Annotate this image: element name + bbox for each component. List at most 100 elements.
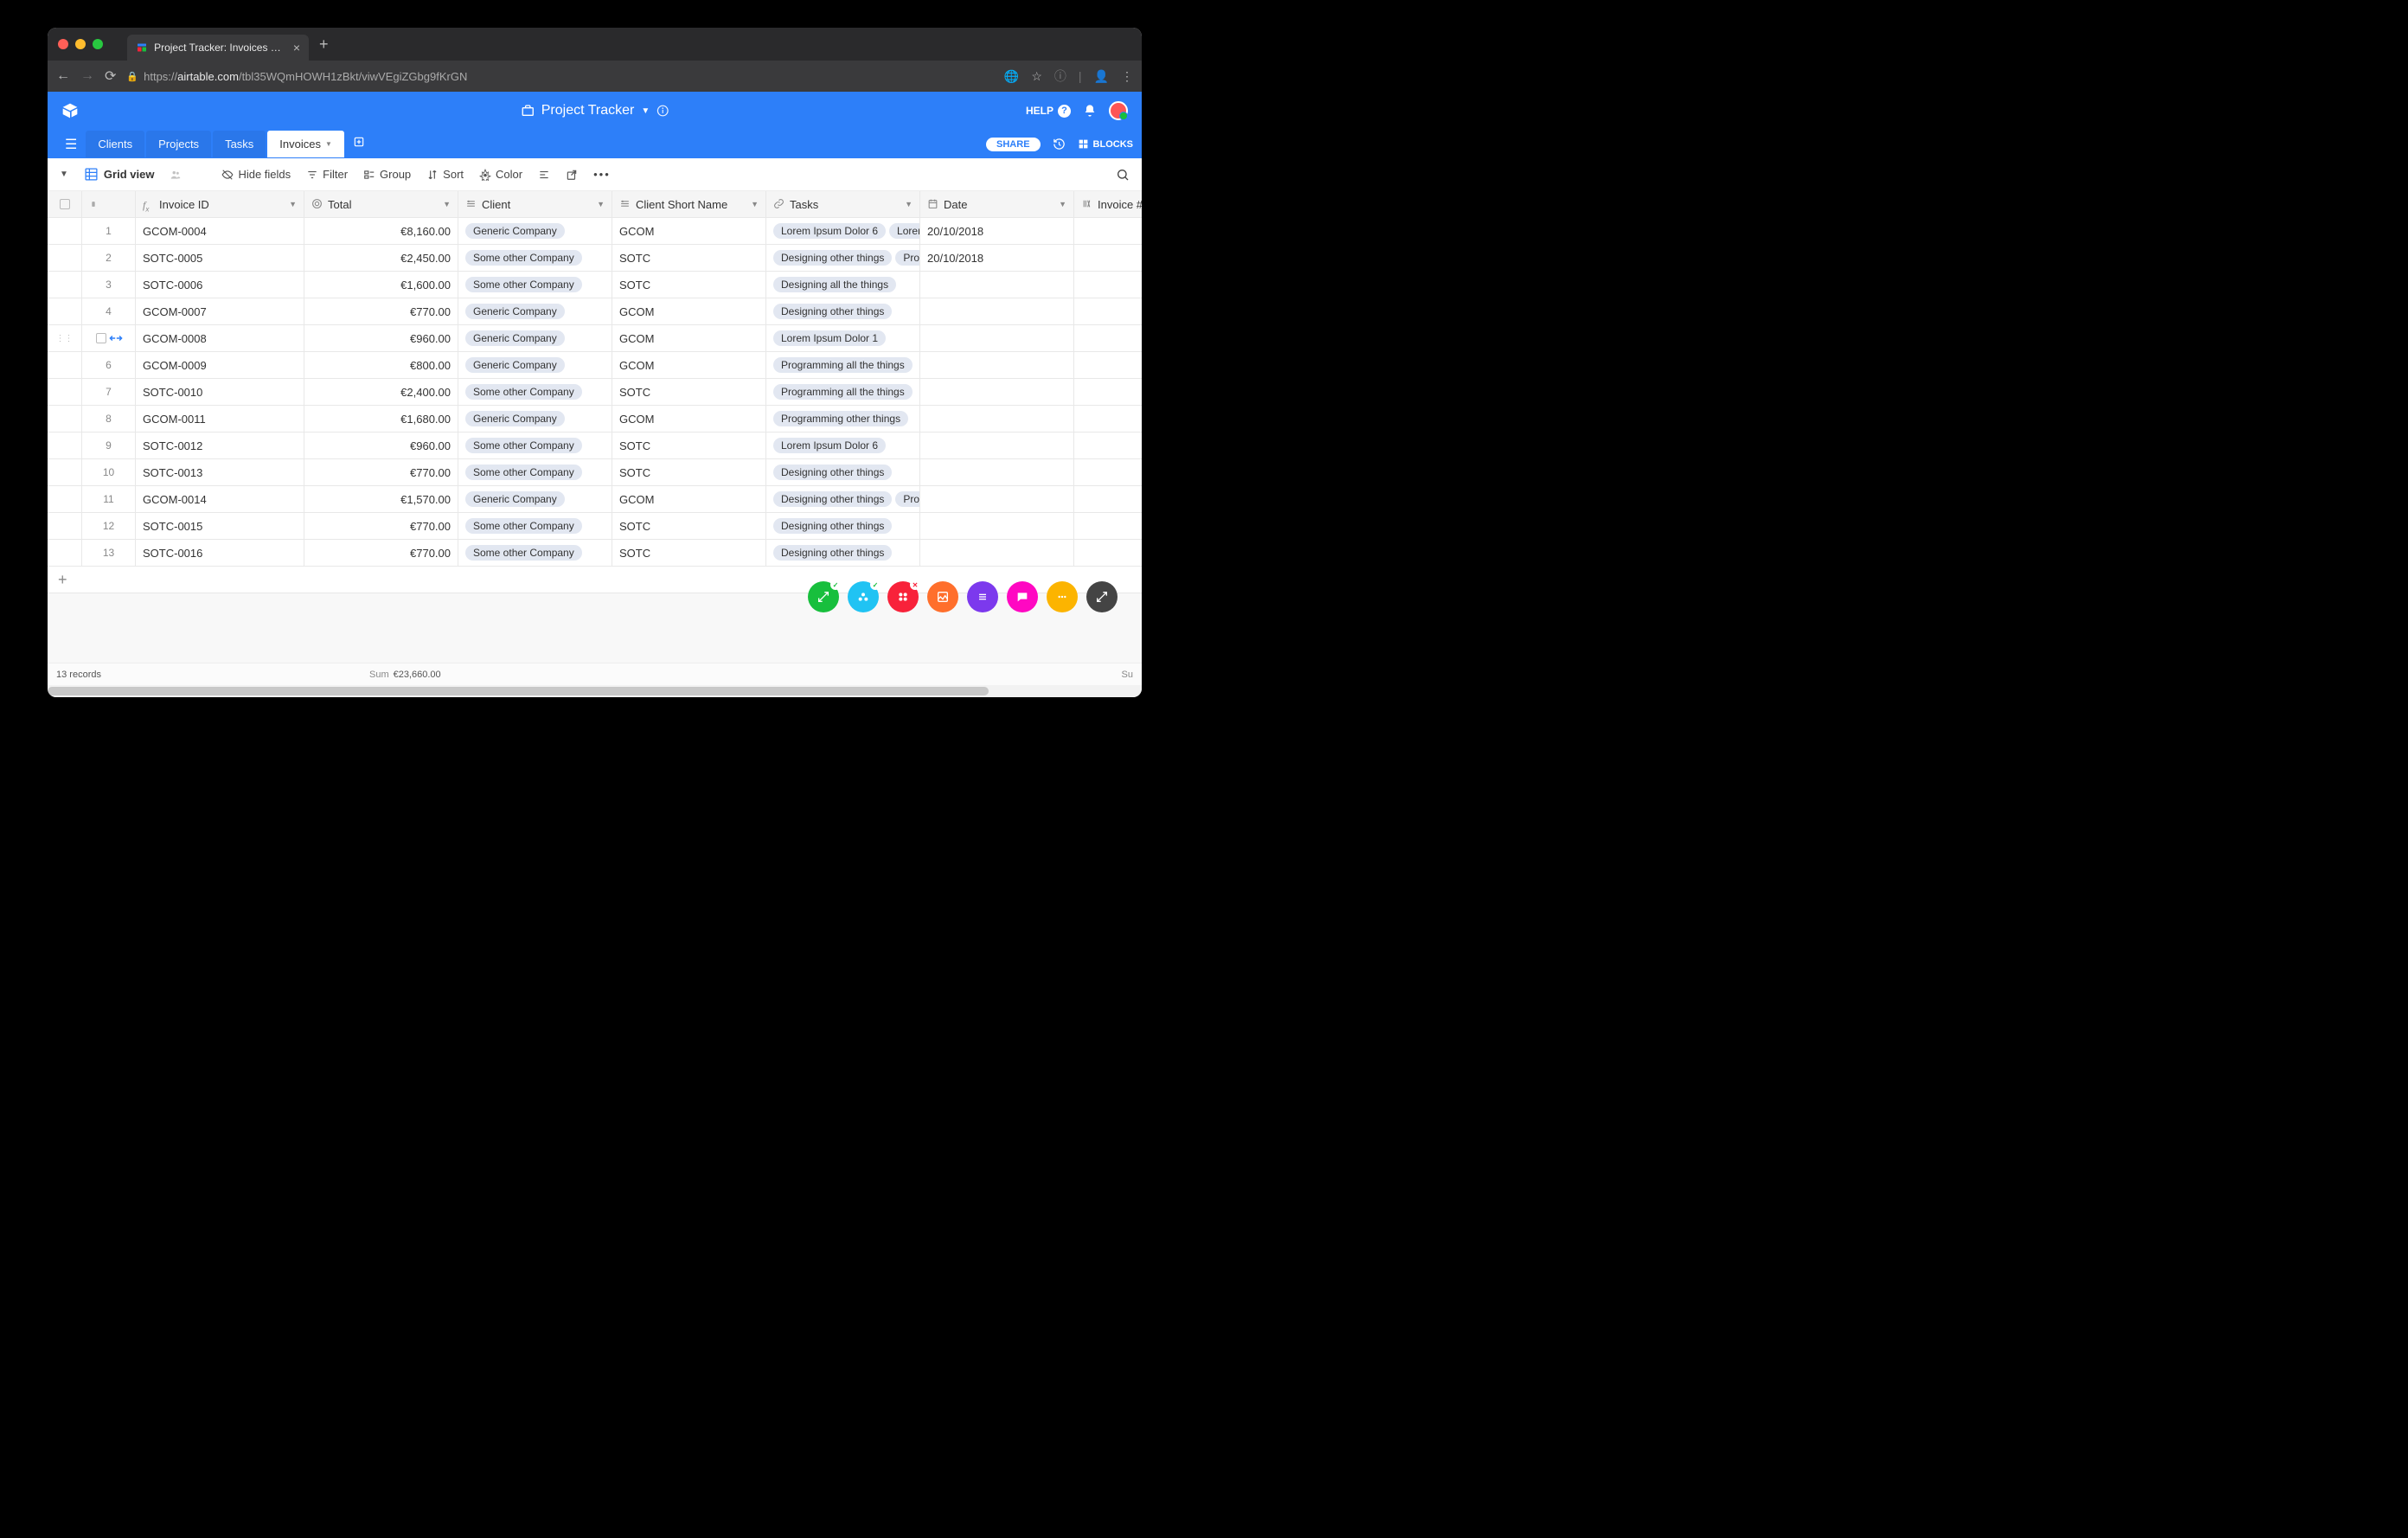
cell-invoice-num[interactable] (1074, 540, 1142, 567)
cell-client[interactable]: Some other Company (458, 245, 612, 272)
grid-view[interactable]: fxInvoice ID▼ Total▼ Client▼ Client Shor… (48, 191, 1142, 663)
fab-image[interactable] (927, 581, 958, 612)
cell-total[interactable]: €8,160.00 (304, 218, 458, 245)
new-tab-button[interactable]: + (312, 35, 336, 54)
cell-invoice-id[interactable]: SOTC-0015 (136, 513, 304, 540)
menu-icon[interactable]: ⋮ (1121, 69, 1133, 84)
row-number[interactable]: 10 (82, 459, 136, 486)
cell-client[interactable]: Some other Company (458, 272, 612, 298)
cell-invoice-num[interactable] (1074, 459, 1142, 486)
hide-fields-button[interactable]: Hide fields (221, 168, 291, 181)
cell-date[interactable] (920, 379, 1074, 406)
add-table-button[interactable] (346, 131, 372, 157)
cell-date[interactable] (920, 486, 1074, 513)
cell-tasks[interactable]: Programming all the things (766, 379, 920, 406)
column-header-total[interactable]: Total▼ (304, 191, 458, 218)
column-header-invoice-id[interactable]: fxInvoice ID▼ (136, 191, 304, 218)
select-all-header[interactable] (48, 191, 82, 218)
cell-date[interactable] (920, 352, 1074, 379)
cell-date[interactable] (920, 298, 1074, 325)
cell-date[interactable] (920, 433, 1074, 459)
cell-client-short[interactable]: SOTC (612, 272, 766, 298)
cell-total[interactable]: €770.00 (304, 540, 458, 567)
cell-client-short[interactable]: SOTC (612, 513, 766, 540)
cell-client-short[interactable]: SOTC (612, 540, 766, 567)
cell-client[interactable]: Some other Company (458, 379, 612, 406)
chevron-down-icon[interactable]: ▼ (751, 200, 759, 208)
cell-tasks[interactable]: Designing other thingsPro (766, 245, 920, 272)
row-checkbox[interactable] (48, 272, 82, 298)
horizontal-scrollbar[interactable] (48, 685, 1142, 697)
cell-client[interactable]: Some other Company (458, 540, 612, 567)
cell-invoice-num[interactable] (1074, 272, 1142, 298)
row-number[interactable]: 9 (82, 433, 136, 459)
table-tab-clients[interactable]: Clients (86, 131, 144, 157)
view-switcher[interactable]: Grid view (84, 167, 155, 182)
blocks-button[interactable]: BLOCKS (1078, 138, 1133, 150)
row-checkbox[interactable]: ⋮⋮ (48, 325, 82, 352)
cell-date[interactable] (920, 540, 1074, 567)
cell-invoice-num[interactable] (1074, 298, 1142, 325)
cell-tasks[interactable]: Designing all the things (766, 272, 920, 298)
cell-invoice-id[interactable]: GCOM-0004 (136, 218, 304, 245)
fab-collapse[interactable] (1086, 581, 1118, 612)
browser-tab[interactable]: Project Tracker: Invoices - Airt × (127, 35, 309, 61)
column-header-tasks[interactable]: Tasks▼ (766, 191, 920, 218)
row-checkbox[interactable] (48, 540, 82, 567)
row-number[interactable]: 4 (82, 298, 136, 325)
cell-total[interactable]: €1,600.00 (304, 272, 458, 298)
cell-client-short[interactable]: SOTC (612, 459, 766, 486)
cell-tasks[interactable]: Programming all the things (766, 352, 920, 379)
cell-total[interactable]: €800.00 (304, 352, 458, 379)
info-icon[interactable] (656, 105, 669, 117)
profile-icon[interactable]: 👤 (1094, 69, 1109, 84)
cell-client[interactable]: Generic Company (458, 406, 612, 433)
cell-tasks[interactable]: Designing other things (766, 540, 920, 567)
row-checkbox[interactable] (48, 298, 82, 325)
fab-expand[interactable]: ✓ (808, 581, 839, 612)
row-height-button[interactable] (538, 169, 550, 181)
cell-total[interactable]: €960.00 (304, 325, 458, 352)
cell-total[interactable]: €960.00 (304, 433, 458, 459)
cell-client-short[interactable]: SOTC (612, 245, 766, 272)
share-view-button[interactable] (566, 169, 578, 181)
column-header-date[interactable]: Date▼ (920, 191, 1074, 218)
cell-client-short[interactable]: SOTC (612, 379, 766, 406)
color-button[interactable]: Color (479, 168, 522, 181)
cell-date[interactable] (920, 272, 1074, 298)
cell-invoice-num[interactable] (1074, 406, 1142, 433)
cell-client-short[interactable]: GCOM (612, 406, 766, 433)
fab-chat[interactable] (1007, 581, 1038, 612)
cell-invoice-id[interactable]: SOTC-0006 (136, 272, 304, 298)
cell-client-short[interactable]: GCOM (612, 486, 766, 513)
cell-total[interactable]: €770.00 (304, 459, 458, 486)
row-number[interactable]: 7 (82, 379, 136, 406)
row-checkbox[interactable] (48, 406, 82, 433)
cell-total[interactable]: €770.00 (304, 298, 458, 325)
cell-client-short[interactable]: GCOM (612, 325, 766, 352)
search-icon[interactable] (1116, 168, 1130, 182)
cell-date[interactable] (920, 406, 1074, 433)
cell-invoice-id[interactable]: GCOM-0011 (136, 406, 304, 433)
user-avatar[interactable] (1109, 101, 1128, 120)
row-number[interactable]: 12 (82, 513, 136, 540)
cell-client[interactable]: Some other Company (458, 433, 612, 459)
row-checkbox[interactable] (48, 433, 82, 459)
row-handle[interactable] (82, 325, 136, 352)
window-minimize[interactable] (75, 39, 86, 49)
row-checkbox[interactable] (48, 379, 82, 406)
history-icon[interactable] (1053, 138, 1066, 151)
cell-total[interactable]: €1,570.00 (304, 486, 458, 513)
window-close[interactable] (58, 39, 68, 49)
reload-button[interactable]: ⟳ (105, 67, 116, 85)
cell-client[interactable]: Generic Company (458, 298, 612, 325)
filter-button[interactable]: Filter (306, 168, 348, 181)
site-info-icon[interactable]: ⓘ (1054, 67, 1066, 85)
cell-tasks[interactable]: Programming other things (766, 406, 920, 433)
cell-invoice-num[interactable] (1074, 379, 1142, 406)
cell-invoice-id[interactable]: GCOM-0009 (136, 352, 304, 379)
tables-menu-icon[interactable]: ☰ (56, 136, 86, 153)
row-checkbox[interactable] (48, 245, 82, 272)
fab-themes[interactable]: ✓ (848, 581, 879, 612)
cell-tasks[interactable]: Designing other thingsPro (766, 486, 920, 513)
